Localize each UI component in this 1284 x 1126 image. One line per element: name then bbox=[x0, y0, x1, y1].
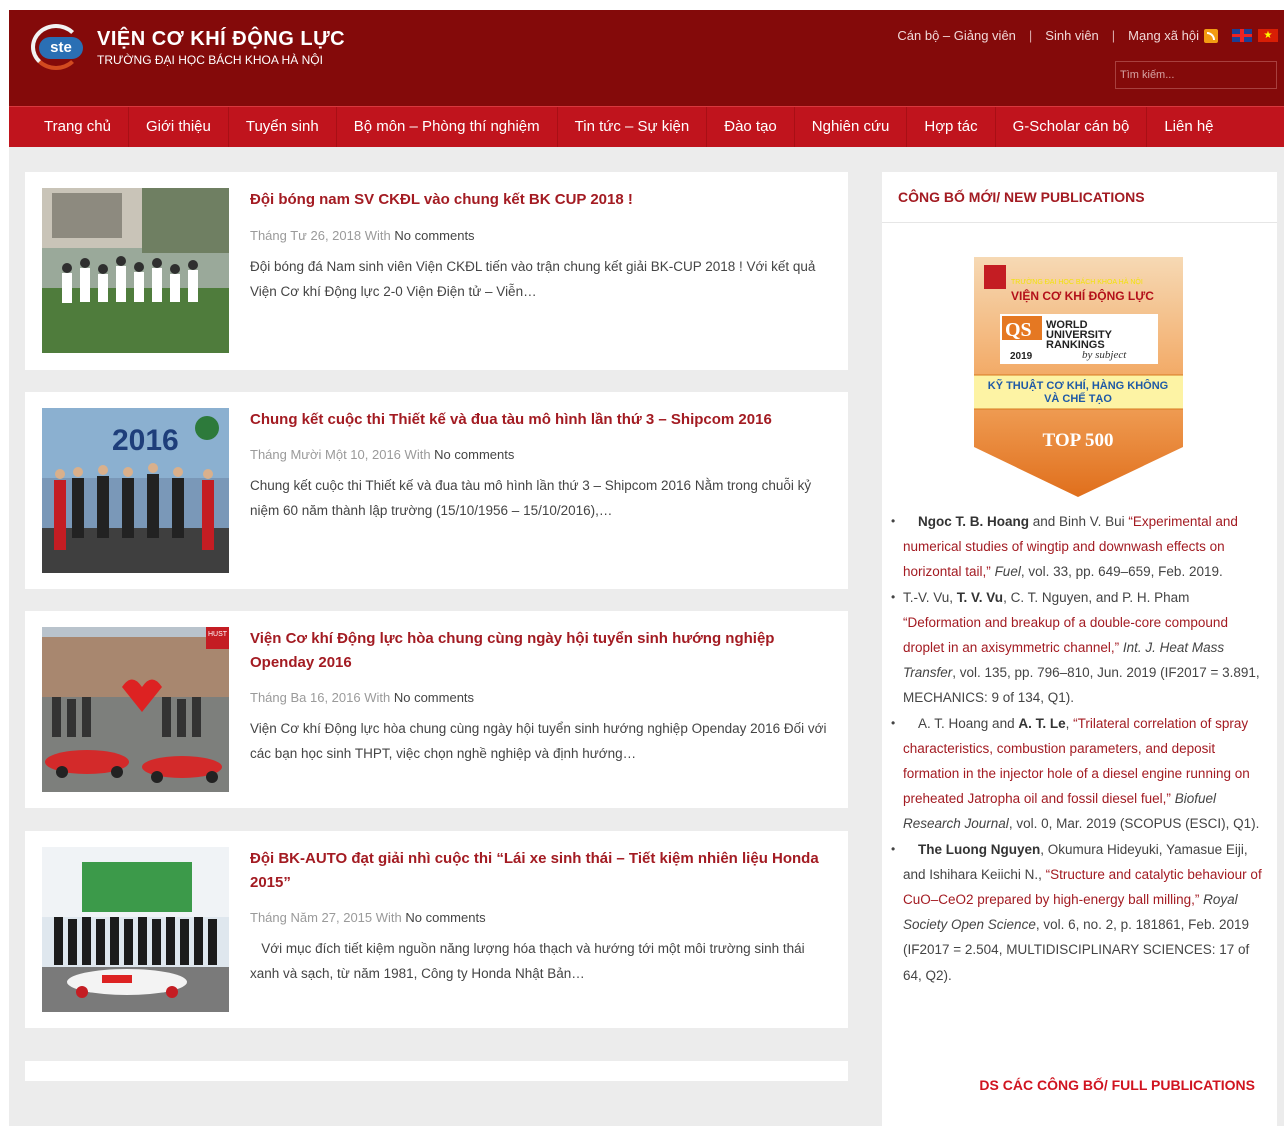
search-input[interactable] bbox=[1115, 61, 1277, 89]
post-excerpt: Viện Cơ khí Động lực hòa chung cùng ngày… bbox=[250, 721, 827, 761]
nav-item-home[interactable]: Trang chủ bbox=[9, 107, 129, 147]
post-date: Tháng Ba 16, 2016 bbox=[250, 690, 361, 705]
toplink-staff[interactable]: Cán bộ – Giảng viên bbox=[897, 28, 1016, 43]
nav-item-research[interactable]: Nghiên cứu bbox=[795, 107, 908, 147]
post-meta: Tháng Mười Một 10, 2016 With No comments bbox=[250, 447, 515, 462]
post-comments-link[interactable]: No comments bbox=[405, 910, 485, 925]
nav-item-cooperation[interactable]: Hợp tác bbox=[907, 107, 996, 147]
nav-item-admissions[interactable]: Tuyển sinh bbox=[229, 107, 337, 147]
site-header: ste VIỆN CƠ KHÍ ĐỘNG LỰC TRƯỜNG ĐẠI HỌC … bbox=[9, 10, 1284, 106]
site-title: VIỆN CƠ KHÍ ĐỘNG LỰC bbox=[97, 27, 346, 50]
post-date: Tháng Tư 26, 2018 bbox=[250, 228, 362, 243]
uk-flag-icon[interactable] bbox=[1232, 29, 1252, 42]
post-title[interactable]: Đội BK-AUTO đạt giải nhì cuộc thi “Lái x… bbox=[250, 847, 820, 895]
publication-item: T.-V. Vu, T. V. Vu, C. T. Nguyen, and P.… bbox=[889, 585, 1264, 711]
top-links: Cán bộ – Giảng viên | Sinh viên | Mạng x… bbox=[897, 28, 1278, 43]
publication-list: Ngoc T. B. Hoang and Binh V. Bui “Experi… bbox=[889, 509, 1264, 988]
post-title[interactable]: Viện Cơ khí Động lực hòa chung cùng ngày… bbox=[250, 627, 820, 675]
thumb-hust-label: HUST bbox=[208, 631, 228, 638]
post-card-empty bbox=[25, 1061, 848, 1081]
post-card: 2016 Chung kết cuộc thi Thiết kế và đua … bbox=[25, 392, 848, 589]
post-comments-link[interactable]: No comments bbox=[394, 690, 474, 705]
post-thumbnail[interactable]: HUST bbox=[42, 627, 229, 792]
main-nav: Trang chủ Giới thiệu Tuyển sinh Bộ môn –… bbox=[9, 106, 1284, 147]
post-meta: Tháng Ba 16, 2016 With No comments bbox=[250, 690, 475, 705]
toplink-students[interactable]: Sinh viên bbox=[1045, 28, 1098, 43]
site-subtitle: TRƯỜNG ĐẠI HỌC BÁCH KHOA HÀ NỘI bbox=[97, 52, 323, 67]
svg-text:by subject: by subject bbox=[1082, 349, 1127, 361]
svg-text:VÀ CHẾ TẠO: VÀ CHẾ TẠO bbox=[1044, 392, 1112, 405]
nav-item-news[interactable]: Tin tức – Sự kiện bbox=[558, 107, 708, 147]
post-thumbnail[interactable] bbox=[42, 847, 229, 1012]
sidebar: CÔNG BỐ MỚI/ NEW PUBLICATIONS TRƯỜNG ĐẠI… bbox=[882, 172, 1277, 1126]
post-meta: Tháng Tư 26, 2018 With No comments bbox=[250, 228, 475, 243]
post-thumbnail[interactable]: 2016 bbox=[42, 408, 229, 573]
rss-icon[interactable] bbox=[1204, 28, 1218, 43]
post-excerpt: Với mục đích tiết kiệm nguồn năng lượng … bbox=[250, 941, 809, 981]
logo-badge-text: ste bbox=[39, 37, 83, 59]
publication-item: A. T. Hoang and A. T. Le, “Trilateral co… bbox=[889, 711, 1264, 837]
nav-item-contact[interactable]: Liên hệ bbox=[1147, 107, 1233, 147]
svg-text:TRƯỜNG ĐẠI HỌC BÁCH KHOA HÀ NỘ: TRƯỜNG ĐẠI HỌC BÁCH KHOA HÀ NỘI bbox=[1011, 277, 1143, 286]
post-card: Đội BK-AUTO đạt giải nhì cuộc thi “Lái x… bbox=[25, 831, 848, 1028]
post-excerpt: Đội bóng đá Nam sinh viên Viện CKĐL tiến… bbox=[250, 259, 816, 299]
sidebar-heading: CÔNG BỐ MỚI/ NEW PUBLICATIONS bbox=[882, 172, 1277, 223]
page: ste VIỆN CƠ KHÍ ĐỘNG LỰC TRƯỜNG ĐẠI HỌC … bbox=[9, 10, 1284, 1126]
post-date: Tháng Năm 27, 2015 bbox=[250, 910, 373, 925]
toplink-social[interactable]: Mạng xã hội bbox=[1128, 28, 1199, 43]
post-thumbnail[interactable] bbox=[42, 188, 229, 353]
svg-text:TOP 500: TOP 500 bbox=[1043, 430, 1114, 451]
site-logo[interactable]: ste VIỆN CƠ KHÍ ĐỘNG LỰC TRƯỜNG ĐẠI HỌC … bbox=[31, 24, 345, 70]
publication-item: The Luong Nguyen, Okumura Hideyuki, Yama… bbox=[889, 837, 1264, 988]
nav-item-about[interactable]: Giới thiệu bbox=[129, 107, 229, 147]
svg-text:VIỆN CƠ KHÍ ĐỘNG LỰC: VIỆN CƠ KHÍ ĐỘNG LỰC bbox=[1011, 288, 1154, 303]
nav-item-gscholar[interactable]: G-Scholar cán bộ bbox=[996, 107, 1148, 147]
post-card: HUST Viện Cơ khí Động lực hòa chung cùng… bbox=[25, 611, 848, 808]
thumb-year-label: 2016 bbox=[112, 424, 179, 457]
qs-ranking-badge[interactable]: TRƯỜNG ĐẠI HỌC BÁCH KHOA HÀ NỘI VIỆN CƠ … bbox=[967, 257, 1190, 497]
logo-badge: ste bbox=[31, 24, 89, 70]
vietnam-flag-icon[interactable]: ★ bbox=[1258, 29, 1278, 42]
post-card: Đội bóng nam SV CKĐL vào chung kết BK CU… bbox=[25, 172, 848, 370]
nav-item-training[interactable]: Đào tạo bbox=[707, 107, 795, 147]
svg-text:QS: QS bbox=[1005, 319, 1032, 341]
post-comments-link[interactable]: No comments bbox=[394, 228, 474, 243]
nav-item-departments[interactable]: Bộ môn – Phòng thí nghiệm bbox=[337, 107, 558, 147]
post-comments-link[interactable]: No comments bbox=[434, 447, 514, 462]
post-title[interactable]: Chung kết cuộc thi Thiết kế và đua tàu m… bbox=[250, 408, 820, 432]
post-title[interactable]: Đội bóng nam SV CKĐL vào chung kết BK CU… bbox=[250, 188, 820, 212]
post-meta: Tháng Năm 27, 2015 With No comments bbox=[250, 910, 486, 925]
post-date: Tháng Mười Một 10, 2016 bbox=[250, 447, 401, 462]
svg-text:KỸ THUẬT CƠ KHÍ, HÀNG KHÔNG: KỸ THUẬT CƠ KHÍ, HÀNG KHÔNG bbox=[988, 379, 1169, 392]
publication-item: Ngoc T. B. Hoang and Binh V. Bui “Experi… bbox=[889, 509, 1264, 585]
full-publications-link[interactable]: DS CÁC CÔNG BỐ/ FULL PUBLICATIONS bbox=[979, 1077, 1255, 1093]
post-excerpt: Chung kết cuộc thi Thiết kế và đua tàu m… bbox=[250, 478, 812, 518]
svg-text:2019: 2019 bbox=[1010, 351, 1033, 362]
